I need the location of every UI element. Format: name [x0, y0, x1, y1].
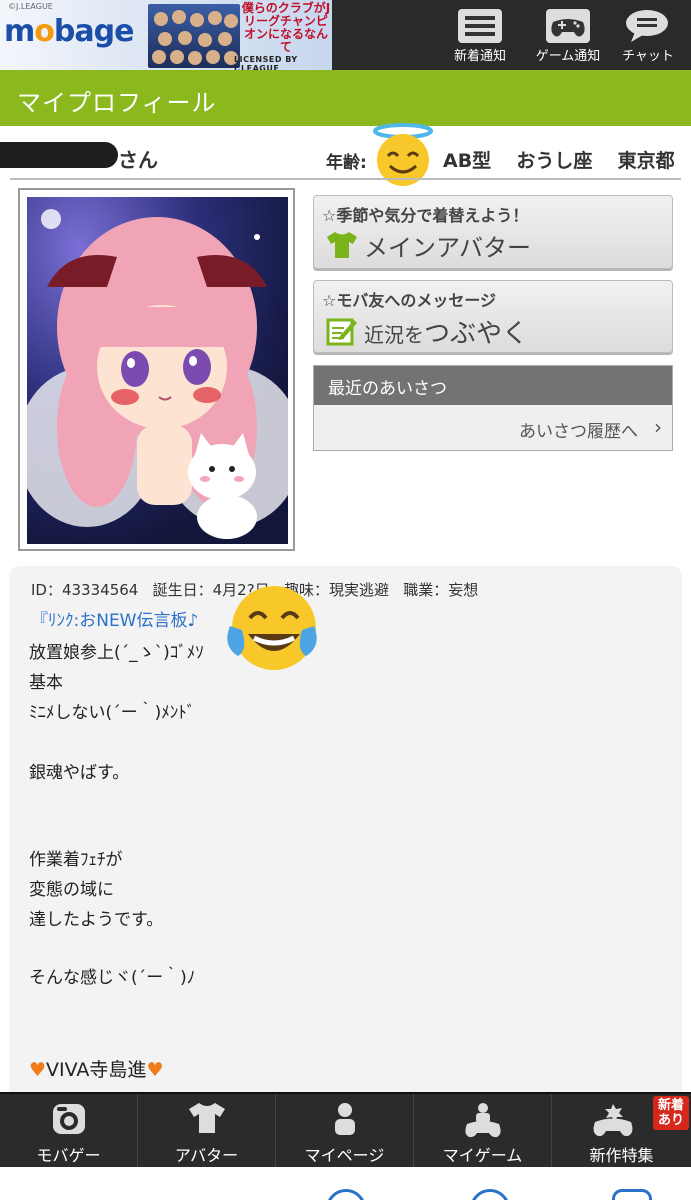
page-title-bar: マイプロフィール [0, 70, 691, 126]
chevron-right-icon: › [654, 415, 662, 439]
tab-new-games[interactable]: 新着 あり 新作特集 [552, 1094, 691, 1167]
page-title: マイプロフィール [17, 89, 217, 117]
bottom-tab-bar: モバゲー アバター マイページ マイゲーム 新着 あり 新作特集 [0, 1092, 691, 1167]
tab-avatar[interactable]: アバター [138, 1094, 276, 1167]
tabs-icon[interactable] [612, 1189, 652, 1200]
chat-button[interactable]: チャット [604, 0, 691, 70]
new-gamepad-icon [593, 1104, 633, 1137]
campaign-text: 僕らのクラブがJリーグチャンピオンになるなんて [241, 1, 331, 54]
players-photo [148, 4, 240, 68]
name-divider [10, 178, 681, 180]
new-arrival-badge: 新着 あり [653, 1096, 689, 1130]
blood-zodiac-location: AB型 おうし座 東京都 [443, 150, 675, 172]
recent-greetings-panel: 最近のあいさつ あいさつ履歴へ › [313, 365, 673, 451]
avatar-image[interactable] [18, 188, 295, 551]
news-notification-button[interactable]: 新着通知 [436, 0, 524, 70]
browser-toolbar-partial [0, 1167, 691, 1200]
face-with-tears-of-joy-icon [227, 586, 317, 670]
viva-line: ♥VIVA寺島進♥ [29, 1059, 164, 1081]
bio-line: 変態の域に [29, 880, 114, 900]
post-status-button[interactable]: ☆モバ友へのメッセージ 近況をつぶやく [313, 280, 673, 353]
bio-line: そんな感じヾ(´ー｀)ﾉ [29, 968, 196, 988]
mobage-logo[interactable]: mobage [4, 14, 134, 49]
news-list-icon [458, 9, 502, 43]
age-label: 年齢: [326, 153, 367, 173]
jleague-campaign-banner[interactable]: ©J.LEAGUE mobage 僕らのクラブがJリーグチャンピオンになるなんて… [0, 0, 332, 70]
bookmarks-icon[interactable] [470, 1189, 510, 1200]
bulletin-board-link[interactable]: 『ﾘﾝｸ:おNEW伝言板♪ [31, 606, 198, 631]
main-avatar-button[interactable]: ☆季節や気分で着替えよう！ メインアバター [313, 195, 673, 269]
tshirt-icon [327, 232, 357, 258]
bio-line: 達したようです。 [29, 910, 164, 930]
jleague-copyright: ©J.LEAGUE [8, 2, 53, 11]
game-notification-button[interactable]: ゲーム通知 [524, 0, 612, 70]
licensed-text: LICENSED BY J.LEAGUE [234, 55, 298, 70]
memo-pencil-icon [326, 318, 357, 346]
avatar-illustration [27, 197, 288, 544]
bio-line: 銀魂やばす。 [29, 763, 130, 783]
orange-heart-icon: ♥ [146, 1059, 164, 1081]
bio-line: 作業着ﾌｪﾁが [29, 850, 123, 870]
name-suffix: さん [118, 148, 158, 172]
tab-mobage[interactable]: モバゲー [0, 1094, 138, 1167]
share-icon[interactable] [326, 1189, 366, 1200]
greetings-header: 最近のあいさつ [314, 366, 672, 405]
greetings-history-link[interactable]: あいさつ履歴へ › [314, 405, 672, 450]
top-header: ©J.LEAGUE mobage 僕らのクラブがJリーグチャンピオンになるなんて… [0, 0, 691, 70]
chat-bubble-icon [626, 10, 668, 42]
orange-heart-icon: ♥ [29, 1059, 47, 1081]
bio-line: ﾐﾆﾒしない(´ー｀)ﾒﾝﾄﾞ [29, 703, 196, 723]
tab-mypage[interactable]: マイページ [276, 1094, 414, 1167]
gamepad-icon [546, 9, 590, 43]
bio-line: 放置娘参上(´_ゝ`)ｺﾞﾒｿ [29, 643, 204, 663]
bio-line: 基本 [29, 673, 63, 693]
person-icon [334, 1103, 355, 1135]
mobage-icon [52, 1104, 85, 1134]
tshirt-icon [188, 1103, 225, 1133]
redacted-username [0, 142, 118, 168]
tab-mygame[interactable]: マイゲーム [414, 1094, 552, 1167]
player-gamepad-icon [464, 1103, 501, 1138]
